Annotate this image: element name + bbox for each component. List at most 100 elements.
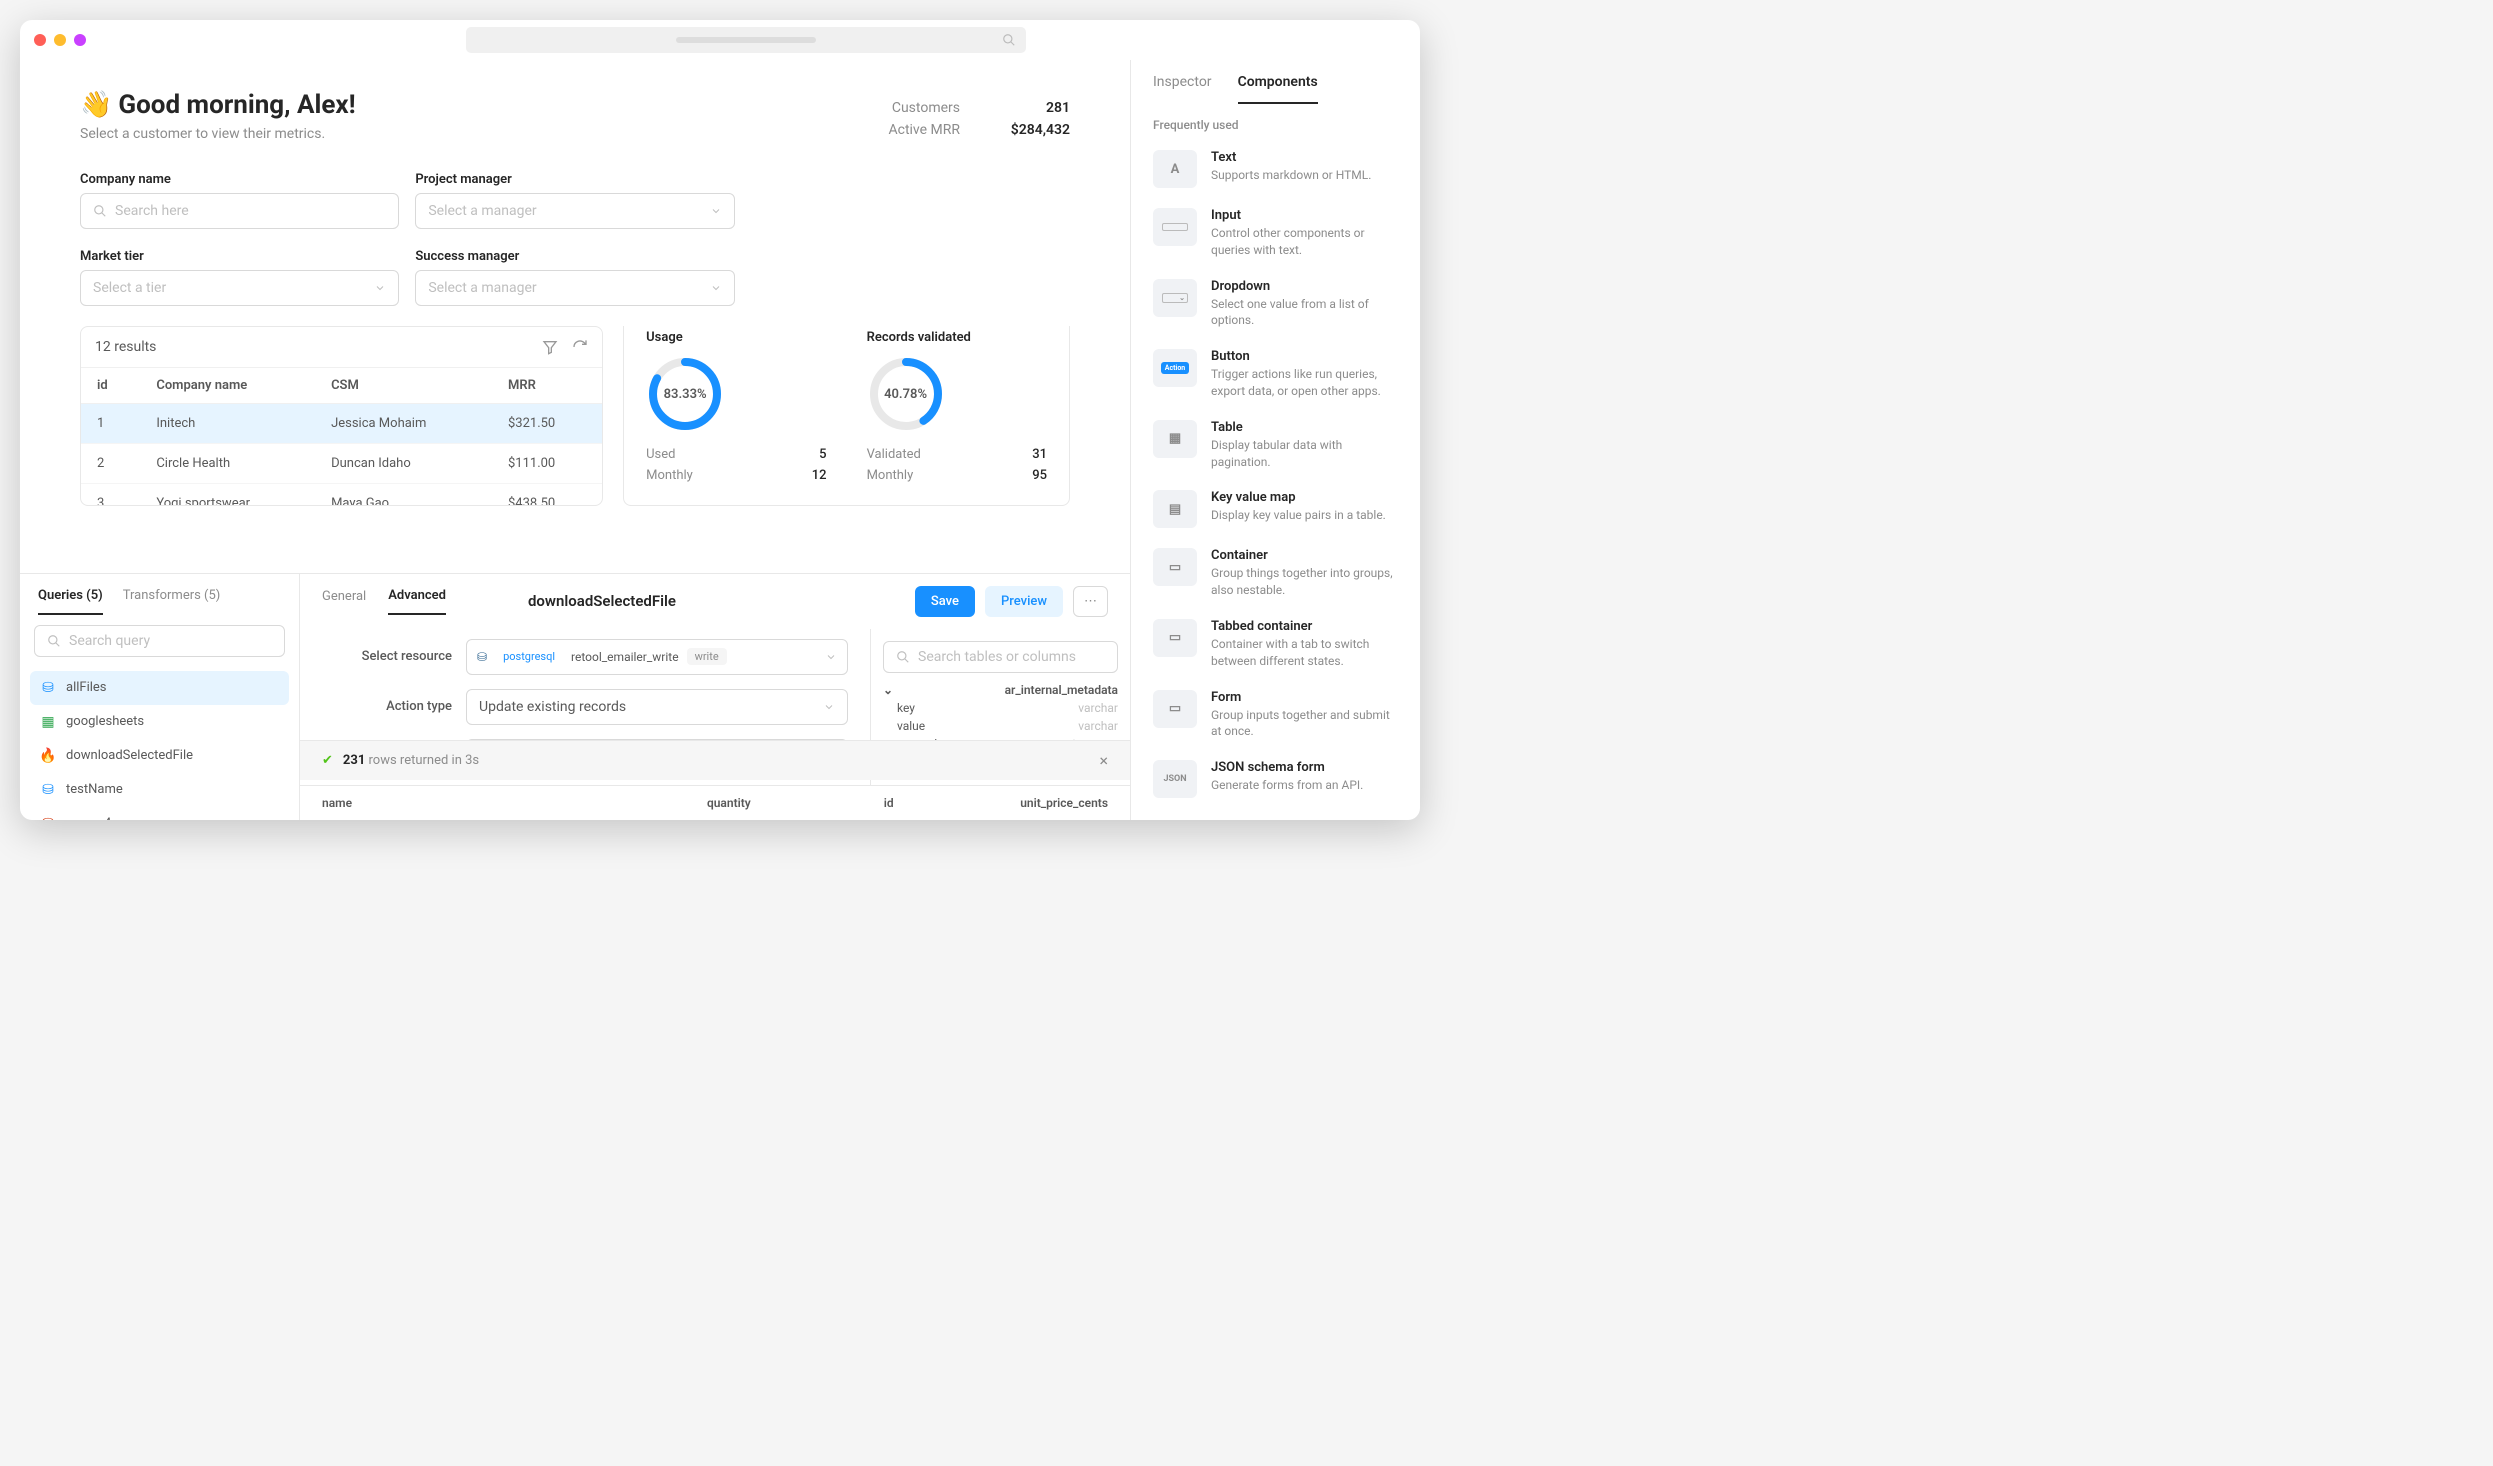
schema-search-input[interactable]: Search tables or columns bbox=[883, 641, 1118, 673]
titlebar bbox=[20, 20, 1420, 60]
database-icon: ⛁ bbox=[40, 680, 56, 696]
close-icon[interactable] bbox=[34, 34, 46, 46]
global-search bbox=[86, 27, 1406, 53]
component-list: ATextSupports markdown or HTML. InputCon… bbox=[1131, 140, 1420, 808]
component-input[interactable]: InputControl other components or queries… bbox=[1131, 198, 1420, 269]
company-search-input[interactable]: Search here bbox=[80, 193, 399, 229]
records-ring-chart: 40.78% bbox=[867, 355, 945, 433]
component-tabbed[interactable]: ▭Tabbed containerContainer with a tab to… bbox=[1131, 609, 1420, 680]
success-manager-label: Success manager bbox=[415, 249, 734, 264]
chevron-down-icon bbox=[710, 205, 722, 217]
records-metric: Records validated 40.78% Validated31 Mon… bbox=[867, 330, 1047, 483]
table-icon: ▦ bbox=[1153, 420, 1197, 458]
resource-select[interactable]: ⛁ postgresql retool_emailer_write write bbox=[466, 639, 848, 675]
component-text[interactable]: ATextSupports markdown or HTML. bbox=[1131, 140, 1420, 198]
dropdown-icon: ⌄ bbox=[1153, 279, 1197, 317]
mrr-value: $284,432 bbox=[990, 122, 1070, 138]
customers-table: 12 results id Company name CSM MRR bbox=[80, 326, 603, 506]
market-tier-label: Market tier bbox=[80, 249, 399, 264]
company-name-label: Company name bbox=[80, 172, 399, 187]
component-button[interactable]: ActionButtonTrigger actions like run que… bbox=[1131, 339, 1420, 410]
page-subtitle: Select a customer to view their metrics. bbox=[80, 126, 356, 142]
usage-ring-chart: 83.33% bbox=[646, 355, 724, 433]
query-item-download[interactable]: 🔥downloadSelectedFile bbox=[30, 739, 289, 773]
query-search-input[interactable]: Search query bbox=[34, 625, 285, 657]
more-button[interactable]: ⋯ bbox=[1073, 586, 1108, 617]
component-json-form[interactable]: JSONJSON schema formGenerate forms from … bbox=[1131, 750, 1420, 808]
component-form[interactable]: ▭FormGroup inputs together and submit at… bbox=[1131, 680, 1420, 751]
col-csm[interactable]: CSM bbox=[315, 368, 492, 404]
tab-components[interactable]: Components bbox=[1238, 74, 1318, 104]
container-icon: ▭ bbox=[1153, 548, 1197, 586]
keyvalue-icon: ▤ bbox=[1153, 490, 1197, 528]
query-item-query4[interactable]: ⛁query_4 bbox=[30, 807, 289, 821]
window-controls bbox=[34, 34, 86, 46]
table-row[interactable]: 1InitechJessica Mohaim$321.50 bbox=[81, 404, 602, 444]
sheets-icon: ▦ bbox=[40, 714, 56, 730]
right-sidebar: Inspector Components Frequently used ATe… bbox=[1130, 60, 1420, 820]
component-container[interactable]: ▭ContainerGroup things together into gro… bbox=[1131, 538, 1420, 609]
usage-metric: Usage 83.33% Used5 Monthly12 bbox=[646, 330, 826, 483]
schema-column[interactable]: valuevarchar bbox=[883, 717, 1118, 735]
database-icon: ⛁ bbox=[40, 816, 56, 821]
col-id[interactable]: id bbox=[81, 368, 140, 404]
result-toast: ✔ 231 rows returned in 3s × bbox=[300, 740, 1130, 780]
chevron-down-icon: ⌄ bbox=[883, 683, 893, 697]
search-input[interactable] bbox=[466, 27, 1026, 53]
chevron-down-icon bbox=[825, 651, 837, 663]
wave-icon: 👋 bbox=[80, 90, 112, 120]
frequently-used-label: Frequently used bbox=[1131, 104, 1420, 140]
save-button[interactable]: Save bbox=[915, 586, 975, 617]
database-icon: ⛁ bbox=[40, 782, 56, 798]
tabbed-icon: ▭ bbox=[1153, 619, 1197, 657]
records-title: Records validated bbox=[867, 330, 1047, 345]
close-icon[interactable]: × bbox=[1099, 751, 1108, 770]
component-keyvalue[interactable]: ▤Key value mapDisplay key value pairs in… bbox=[1131, 480, 1420, 538]
action-type-select[interactable]: Update existing records bbox=[466, 689, 848, 725]
text-icon: A bbox=[1153, 150, 1197, 188]
query-panel: Queries (5) Transformers (5) Search quer… bbox=[20, 574, 300, 821]
app-window: 👋Good morning, Alex! Select a customer t… bbox=[20, 20, 1420, 820]
subscription-panel: Active subscription Analytics Initech Cu… bbox=[623, 326, 1070, 506]
action-type-label: Action type bbox=[322, 699, 452, 714]
check-icon: ✔ bbox=[322, 753, 333, 768]
search-icon bbox=[47, 634, 61, 648]
schema-table-name[interactable]: ⌄ar_internal_metadata bbox=[883, 681, 1118, 699]
table-row[interactable]: 2Circle HealthDuncan Idaho$111.00 bbox=[81, 444, 602, 484]
tab-transformers[interactable]: Transformers (5) bbox=[123, 588, 221, 615]
search-icon bbox=[896, 650, 910, 664]
query-item-testname[interactable]: ⛁testName bbox=[30, 773, 289, 807]
preview-button[interactable]: Preview bbox=[985, 586, 1063, 617]
query-item-allfiles[interactable]: ⛁allFiles bbox=[30, 671, 289, 705]
results-count: 12 results bbox=[95, 339, 156, 355]
maximize-icon[interactable] bbox=[74, 34, 86, 46]
form-icon: ▭ bbox=[1153, 690, 1197, 728]
project-manager-label: Project manager bbox=[415, 172, 734, 187]
customers-value: 281 bbox=[990, 100, 1070, 116]
project-manager-select[interactable]: Select a manager bbox=[415, 193, 734, 229]
query-editor: General Advanced downloadSelectedFile Sa… bbox=[300, 574, 1130, 821]
schema-column[interactable]: keyvarchar bbox=[883, 699, 1118, 717]
component-dropdown[interactable]: ⌄DropdownSelect one value from a list of… bbox=[1131, 269, 1420, 340]
postgres-icon: ⛁ bbox=[477, 650, 487, 664]
tab-queries[interactable]: Queries (5) bbox=[38, 588, 103, 615]
minimize-icon[interactable] bbox=[54, 34, 66, 46]
input-icon bbox=[1153, 208, 1197, 246]
query-item-googlesheets[interactable]: ▦googlesheets bbox=[30, 705, 289, 739]
query-name: downloadSelectedFile bbox=[528, 592, 676, 610]
col-company[interactable]: Company name bbox=[140, 368, 315, 404]
usage-title: Usage bbox=[646, 330, 826, 345]
component-table[interactable]: ▦TableDisplay tabular data with paginati… bbox=[1131, 410, 1420, 481]
refresh-icon[interactable] bbox=[572, 339, 588, 355]
filter-icon[interactable] bbox=[542, 339, 558, 355]
resource-label: Select resource bbox=[322, 649, 452, 664]
greeting: 👋Good morning, Alex! Select a customer t… bbox=[80, 90, 356, 142]
tab-general[interactable]: General bbox=[322, 589, 366, 614]
search-icon bbox=[1002, 33, 1016, 47]
col-mrr[interactable]: MRR bbox=[492, 368, 602, 404]
table-row[interactable]: 3Yogi sportswearMaya Gao$438.50 bbox=[81, 484, 602, 507]
tab-inspector[interactable]: Inspector bbox=[1153, 74, 1212, 104]
success-manager-select[interactable]: Select a manager bbox=[415, 270, 734, 306]
market-tier-select[interactable]: Select a tier bbox=[80, 270, 399, 306]
tab-advanced[interactable]: Advanced bbox=[388, 588, 446, 615]
